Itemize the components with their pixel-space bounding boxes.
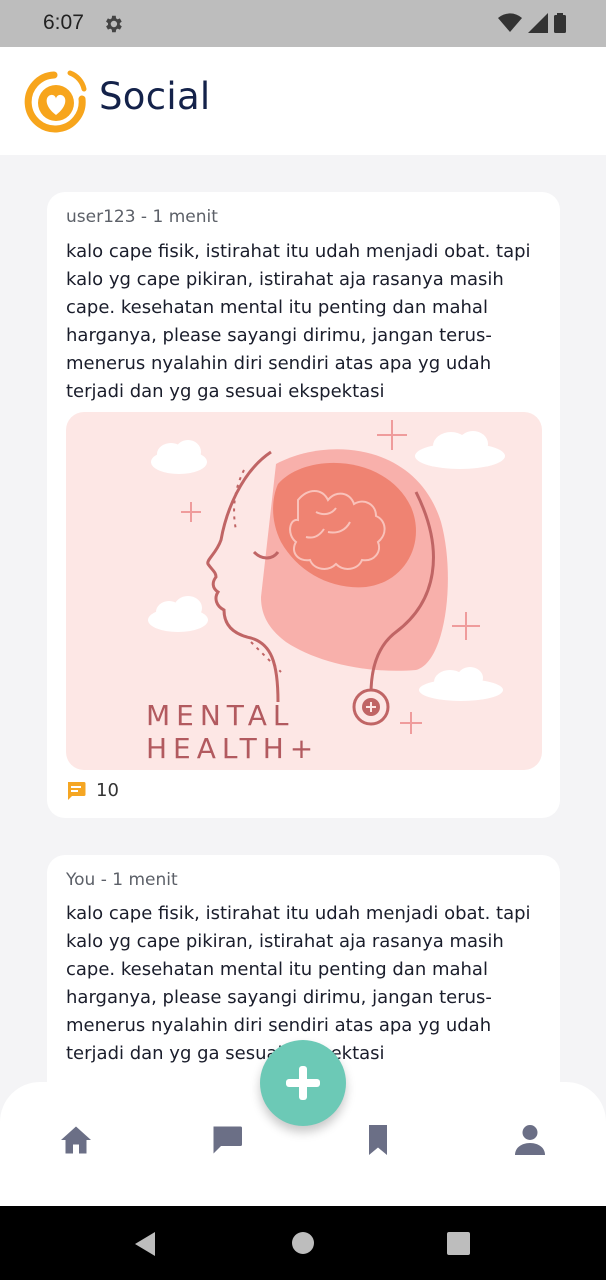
page-title: Social <box>99 75 211 118</box>
settings-gear-icon <box>106 15 122 33</box>
comment-count: 10 <box>96 780 119 801</box>
wifi-icon <box>498 13 522 32</box>
post-image[interactable]: MENTAL HEALTH+ <box>66 412 542 770</box>
signal-icon <box>528 13 548 33</box>
plus-icon <box>286 1066 320 1100</box>
recents-icon[interactable] <box>447 1232 470 1255</box>
home-circle-icon[interactable] <box>291 1231 315 1255</box>
comment-icon <box>68 781 86 800</box>
post-meta: You - 1 menit <box>66 870 178 890</box>
home-icon[interactable] <box>58 1122 94 1158</box>
status-bar: 6:07 <box>0 0 606 47</box>
back-icon[interactable] <box>133 1231 157 1257</box>
add-post-button[interactable] <box>260 1040 346 1126</box>
app-header: Social <box>0 47 606 155</box>
image-text-line1: MENTAL <box>146 699 294 732</box>
mental-health-illustration: MENTAL HEALTH+ <box>146 420 505 765</box>
post-text: kalo cape fisik, istirahat itu udah menj… <box>66 241 531 402</box>
battery-icon <box>554 13 566 33</box>
post-meta: user123 - 1 menit <box>66 207 218 227</box>
profile-icon[interactable] <box>512 1122 548 1158</box>
image-text-line2: HEALTH+ <box>146 732 319 765</box>
chat-icon[interactable] <box>209 1122 245 1158</box>
bookmark-icon[interactable] <box>360 1122 396 1158</box>
comments-button[interactable]: 10 <box>66 780 119 801</box>
post-card[interactable]: user123 - 1 menit kalo cape fisik, istir… <box>47 192 560 818</box>
status-indicators <box>498 13 566 33</box>
status-time: 6:07 <box>43 11 84 34</box>
app-logo-icon <box>24 70 87 133</box>
system-navigation-bar <box>0 1206 606 1280</box>
